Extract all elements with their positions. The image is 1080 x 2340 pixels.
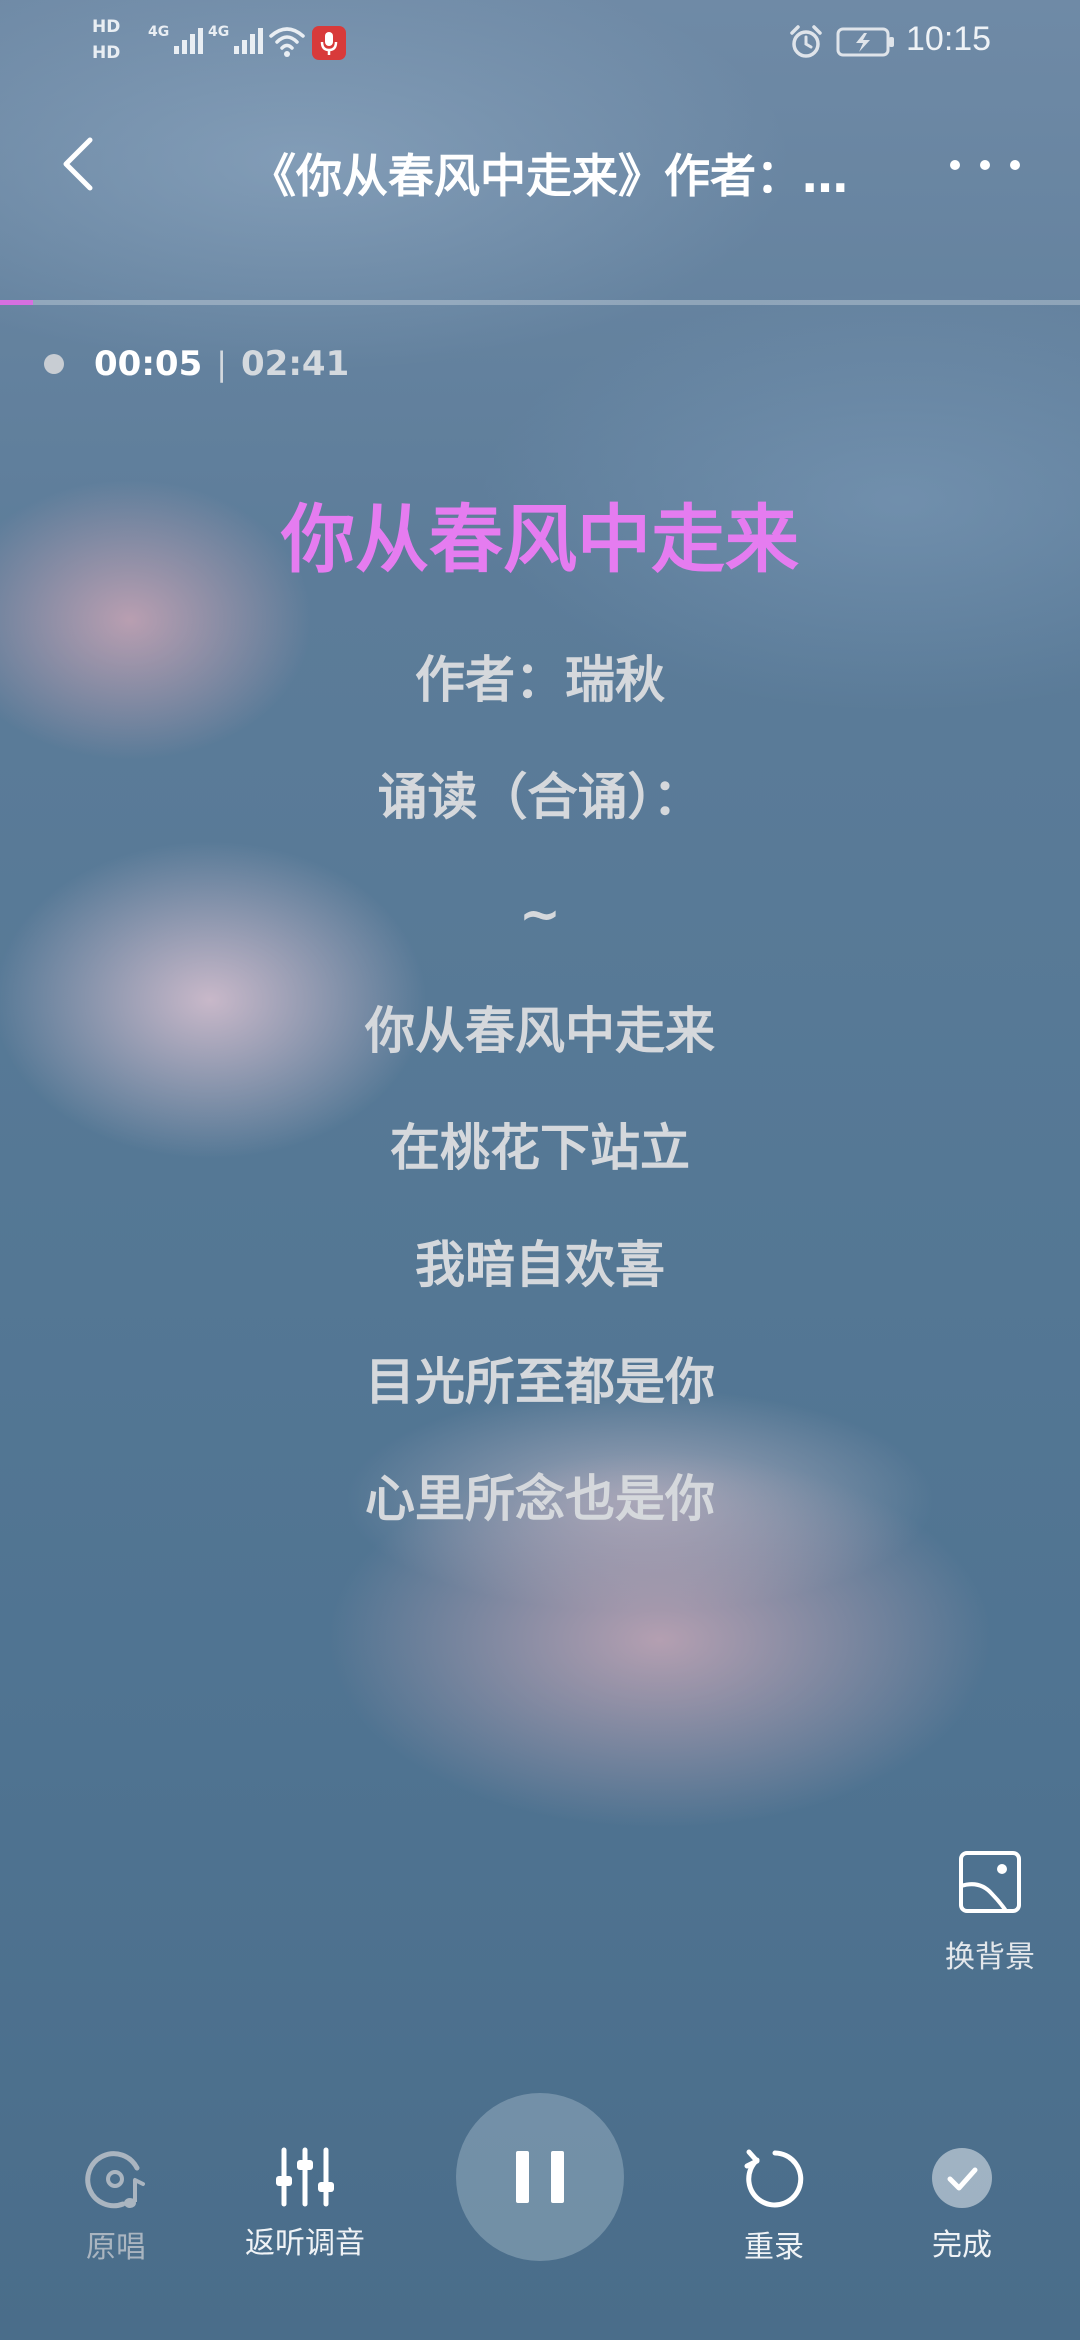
lyrics-title: 你从春风中走来 (281, 497, 799, 583)
sim2-label: 4G (208, 24, 230, 40)
change-background-button[interactable]: 换背景 (930, 1850, 1050, 1976)
progress-fill (0, 300, 34, 305)
hd1-badge: HD (92, 17, 121, 37)
recording-dot-icon (44, 354, 64, 374)
playback-tuning-label: 返听调音 (245, 2226, 365, 2261)
image-icon (959, 1851, 1021, 1913)
lyric-line: 你从春风中走来 (365, 1002, 715, 1060)
rerecord-label: 重录 (744, 2230, 804, 2265)
done-button[interactable]: 完成 (902, 2146, 1022, 2264)
original-vocal-icon (85, 2151, 145, 2209)
more-dots-icon[interactable] (950, 140, 1020, 190)
pause-icon (516, 2151, 529, 2203)
back-arrow-icon[interactable] (50, 132, 114, 196)
lyric-line: 在桃花下站立 (390, 1119, 690, 1177)
check-icon (932, 2148, 992, 2208)
time-row: 00:05 | 02:41 (44, 344, 349, 384)
total-time: 02:41 (241, 344, 350, 384)
lyric-line: ~ (519, 885, 561, 943)
signal-icon: 4G (148, 24, 204, 54)
sim1-label: 4G (148, 24, 170, 40)
time-separator: | (216, 345, 228, 383)
mic-icon (312, 26, 346, 60)
lyric-line: 目光所至都是你 (365, 1353, 715, 1411)
hd2-badge: HD (92, 43, 121, 63)
battery-charging-icon (836, 27, 894, 57)
pause-icon (551, 2151, 564, 2203)
lyric-line: 诵读（合诵）： (377, 768, 703, 826)
lyric-line: 我暗自欢喜 (415, 1236, 665, 1294)
change-background-label: 换背景 (945, 1940, 1035, 1975)
alarm-icon (790, 25, 822, 58)
equalizer-icon (276, 2147, 334, 2207)
original-vocal-button[interactable]: 原唱 (56, 2146, 176, 2266)
pause-button[interactable] (456, 2093, 624, 2261)
hd-badges: HD HD (92, 14, 120, 66)
current-time: 00:05 (94, 344, 203, 384)
lyric-line: 心里所念也是你 (365, 1470, 715, 1528)
rerecord-button[interactable]: 重录 (714, 2146, 834, 2266)
page-title: 《你从春风中走来》作者：瑞秋 (250, 149, 850, 203)
signal-icon: 4G (208, 24, 264, 54)
done-label: 完成 (932, 2228, 992, 2263)
bottom-controls: 原唱 返听调音 重录 完成 (0, 2090, 1080, 2290)
lyrics-panel: 你从春风中走来 作者：瑞秋 诵读（合诵）： ~ 你从春风中走来 在桃花下站立 我… (0, 480, 1080, 1558)
playback-tuning-button[interactable]: 返听调音 (230, 2146, 380, 2262)
original-vocal-label: 原唱 (86, 2230, 146, 2265)
refresh-icon (744, 2149, 804, 2208)
lyric-line: 作者：瑞秋 (415, 651, 665, 709)
wifi-icon (269, 27, 305, 57)
status-bar: HD HD 4G 4G 10:15 (0, 0, 1080, 84)
clock: 10:15 (906, 20, 992, 58)
progress-bar[interactable] (0, 300, 1080, 305)
header: 《你从春风中走来》作者：瑞秋 (0, 110, 1080, 220)
